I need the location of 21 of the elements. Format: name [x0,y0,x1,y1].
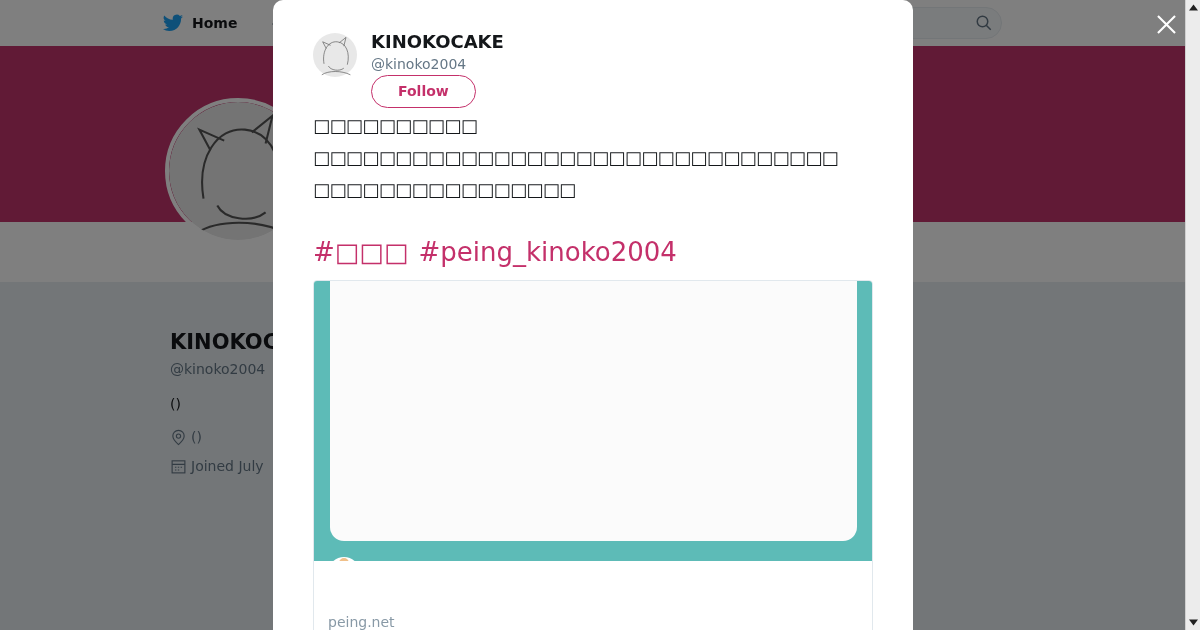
profile-name: KINOKOC [170,329,280,356]
author-avatar [313,30,357,80]
close-icon[interactable] [1157,15,1176,34]
home-tab[interactable]: Home [162,12,238,34]
calendar-icon [170,457,187,475]
author-name: KINOKOCAKE [371,30,504,54]
author-handle: @kinoko2004 [371,55,467,74]
hashtag-link[interactable]: #peing_kinoko2004 [418,236,677,268]
tweet-text: □□□□□□□□□□ □□□□□□□□□□□□□□□□□□□□□□□□□□□□□□□□ □□□□□□□□□□□□□□□□ [313,114,839,202]
profile-location: () [191,427,202,447]
location-pin-icon [170,428,187,446]
link-card[interactable]: peing.net [313,280,873,630]
follow-button[interactable]: Follow [371,75,476,108]
profile-handle: @kinoko2004 [170,359,267,379]
bird-icon [162,12,184,34]
scrollbar[interactable] [1185,0,1200,630]
search-icon [975,14,993,32]
card-domain: peing.net [328,613,395,630]
profile-joined-date: Joined July [191,456,264,476]
hashtag-link[interactable]: #□□□ [313,236,409,268]
profile-bio: () [170,394,182,414]
